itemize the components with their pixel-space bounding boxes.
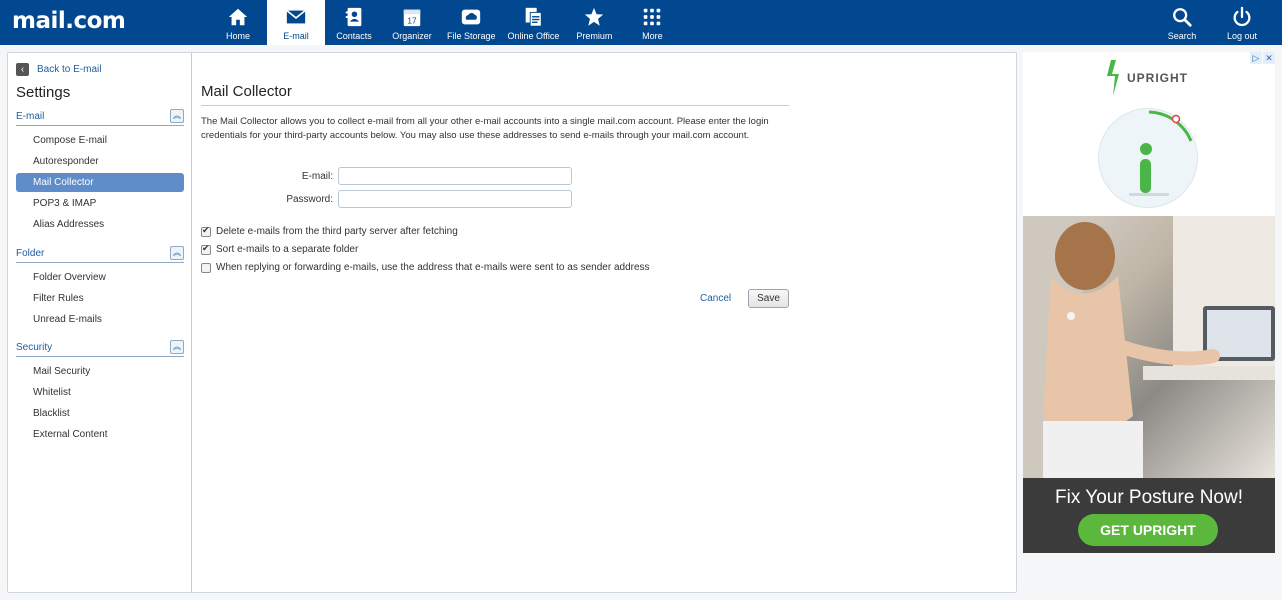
section-folder-label: Folder <box>16 248 45 259</box>
nav-organizer-label: Organizer <box>392 31 432 41</box>
mail-icon <box>286 9 306 24</box>
option-reply-sender-address[interactable]: When replying or forwarding e-mails, use… <box>201 262 650 273</box>
separate-folder-label: Sort e-mails to a separate folder <box>216 244 359 255</box>
nav-search[interactable]: Search <box>1152 0 1212 45</box>
nav-online-office[interactable]: Online Office <box>502 0 566 45</box>
sidebar-item-folder-overview[interactable]: Folder Overview <box>16 268 184 287</box>
grid-icon <box>644 8 661 26</box>
settings-title: Settings <box>16 84 71 101</box>
nav-email[interactable]: E-mail <box>267 0 325 45</box>
nav-home[interactable]: Home <box>209 0 267 45</box>
contacts-icon <box>345 7 362 27</box>
password-label: Password: <box>286 194 333 205</box>
sidebar-item-whitelist[interactable]: Whitelist <box>16 383 184 402</box>
back-to-email-link[interactable]: ‹ Back to E-mail <box>16 63 101 76</box>
sidebar-item-external-content[interactable]: External Content <box>16 425 184 444</box>
title-divider <box>201 105 789 106</box>
delete-after-fetching-checkbox[interactable] <box>201 225 211 237</box>
nav-logout-label: Log out <box>1226 31 1258 41</box>
collapse-email-icon[interactable]: ︽ <box>170 109 184 123</box>
nav-more-label: More <box>642 31 663 41</box>
ad-photo-woman-at-laptop <box>1023 216 1275 478</box>
ad-choices: ▷ ✕ <box>1249 52 1275 64</box>
password-field[interactable] <box>338 190 572 208</box>
save-button[interactable]: Save <box>748 289 789 308</box>
nav-contacts-label: Contacts <box>336 31 372 41</box>
sidebar-item-compose-email[interactable]: Compose E-mail <box>16 131 184 150</box>
advertisement[interactable]: ▷ ✕ UPRIGHT Fix Your Posture Now! GET UP… <box>1023 52 1275 553</box>
power-icon <box>1233 6 1251 27</box>
star-icon <box>585 7 604 26</box>
section-security-label: Security <box>16 342 53 353</box>
ad-close-icon[interactable]: ✕ <box>1263 52 1275 64</box>
sidebar-item-pop3-imap[interactable]: POP3 & IMAP <box>16 194 184 213</box>
top-navigation-bar: mail.com Home E-mail Contacts 17 Organiz… <box>0 0 1282 45</box>
lightning-logo-icon <box>1107 60 1119 96</box>
mailcom-logo[interactable]: mail.com <box>12 8 126 34</box>
posture-device-illustration <box>1098 108 1198 208</box>
home-icon <box>228 8 248 26</box>
sidebar-item-alias-addresses[interactable]: Alias Addresses <box>16 215 184 234</box>
ad-headline: Fix Your Posture Now! <box>1055 487 1243 508</box>
nav-file-storage-label: File Storage <box>447 31 496 41</box>
calendar-icon: 17 <box>403 9 421 27</box>
sidebar-item-mail-collector[interactable]: Mail Collector <box>16 173 184 192</box>
nav-online-office-label: Online Office <box>507 31 560 41</box>
settings-sidebar: ‹ Back to E-mail Settings E-mail ︽ Compo… <box>8 53 192 592</box>
settings-panel: ‹ Back to E-mail Settings E-mail ︽ Compo… <box>7 52 1017 593</box>
separate-folder-checkbox[interactable] <box>201 243 211 255</box>
sidebar-item-blacklist[interactable]: Blacklist <box>16 404 184 423</box>
sidebar-item-mail-security[interactable]: Mail Security <box>16 362 184 381</box>
nav-email-label: E-mail <box>283 31 309 41</box>
nav-home-label: Home <box>225 31 250 41</box>
sidebar-item-autoresponder[interactable]: Autoresponder <box>16 152 184 171</box>
mail-collector-description: The Mail Collector allows you to collect… <box>201 116 769 141</box>
option-separate-folder[interactable]: Sort e-mails to a separate folder <box>201 243 359 255</box>
ad-info-icon[interactable]: ▷ <box>1250 52 1262 64</box>
delete-after-fetching-label: Delete e-mails from the third party serv… <box>216 226 458 237</box>
section-security-heading: Security ︽ <box>16 340 184 357</box>
email-field[interactable] <box>338 167 572 185</box>
collapse-folder-icon[interactable]: ︽ <box>170 246 184 260</box>
right-nav: Search Log out <box>1152 0 1272 45</box>
page-title: Mail Collector <box>201 83 292 100</box>
cloud-icon <box>462 9 481 25</box>
nav-logout[interactable]: Log out <box>1212 0 1272 45</box>
reply-sender-address-label: When replying or forwarding e-mails, use… <box>216 262 650 273</box>
option-delete-after-fetching[interactable]: Delete e-mails from the third party serv… <box>201 225 458 237</box>
nav-premium-label: Premium <box>576 31 613 41</box>
ad-brand: UPRIGHT <box>1127 71 1188 85</box>
svg-text:17: 17 <box>407 16 417 25</box>
section-folder-heading: Folder ︽ <box>16 246 184 263</box>
ad-photo-illustration <box>1023 216 1275 478</box>
email-label: E-mail: <box>301 171 333 182</box>
nav-organizer[interactable]: 17 Organizer <box>383 0 441 45</box>
nav-more[interactable]: More <box>623 0 681 45</box>
nav-search-label: Search <box>1167 31 1197 41</box>
nav-contacts[interactable]: Contacts <box>325 0 383 45</box>
cancel-button[interactable]: Cancel <box>700 293 731 304</box>
nav-premium[interactable]: Premium <box>565 0 623 45</box>
section-email-heading: E-mail ︽ <box>16 109 184 126</box>
back-to-email-label: Back to E-mail <box>37 64 102 75</box>
document-icon <box>526 7 543 27</box>
ad-cta-button[interactable]: GET UPRIGHT <box>1078 514 1218 546</box>
posture-figure-icon <box>1129 110 1193 196</box>
ad-footer: Fix Your Posture Now! GET UPRIGHT <box>1023 478 1275 553</box>
sidebar-item-filter-rules[interactable]: Filter Rules <box>16 289 184 308</box>
reply-sender-address-checkbox[interactable] <box>201 262 211 273</box>
main-nav: Home E-mail Contacts 17 Organizer File S… <box>209 0 681 45</box>
sidebar-item-unread-emails[interactable]: Unread E-mails <box>16 310 184 329</box>
collapse-security-icon[interactable]: ︽ <box>170 340 184 354</box>
search-icon <box>1173 8 1192 27</box>
section-email-label: E-mail <box>16 111 45 122</box>
nav-file-storage[interactable]: File Storage <box>441 0 502 45</box>
chevron-left-icon: ‹ <box>16 63 29 76</box>
